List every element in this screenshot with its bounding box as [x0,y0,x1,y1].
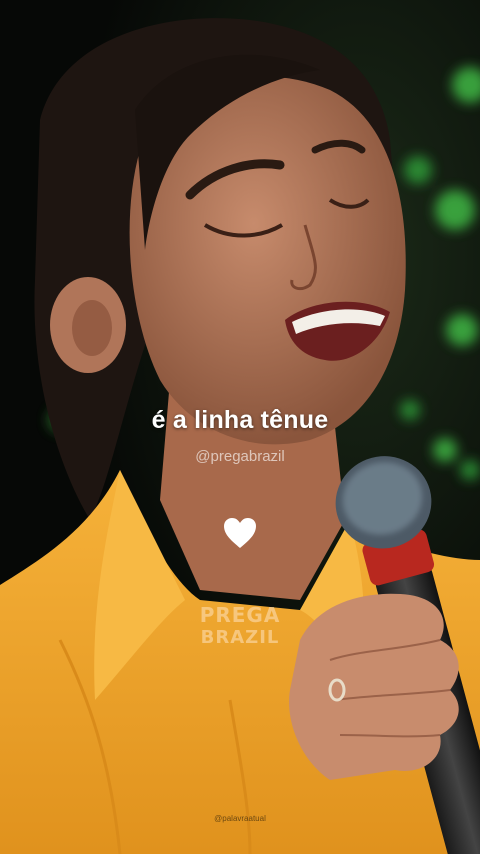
video-frame[interactable]: é a linha tênue @pregabrazil PREGA BRAZI… [0,0,480,854]
watermark-line1: PREGA [199,603,281,627]
creator-handle: @pregabrazil [195,448,285,465]
footer-credit: @palavraatual [214,814,266,823]
video-caption: é a linha tênue [151,406,329,434]
heart-icon[interactable] [222,516,258,550]
watermark-line2: BRAZIL [200,627,280,648]
